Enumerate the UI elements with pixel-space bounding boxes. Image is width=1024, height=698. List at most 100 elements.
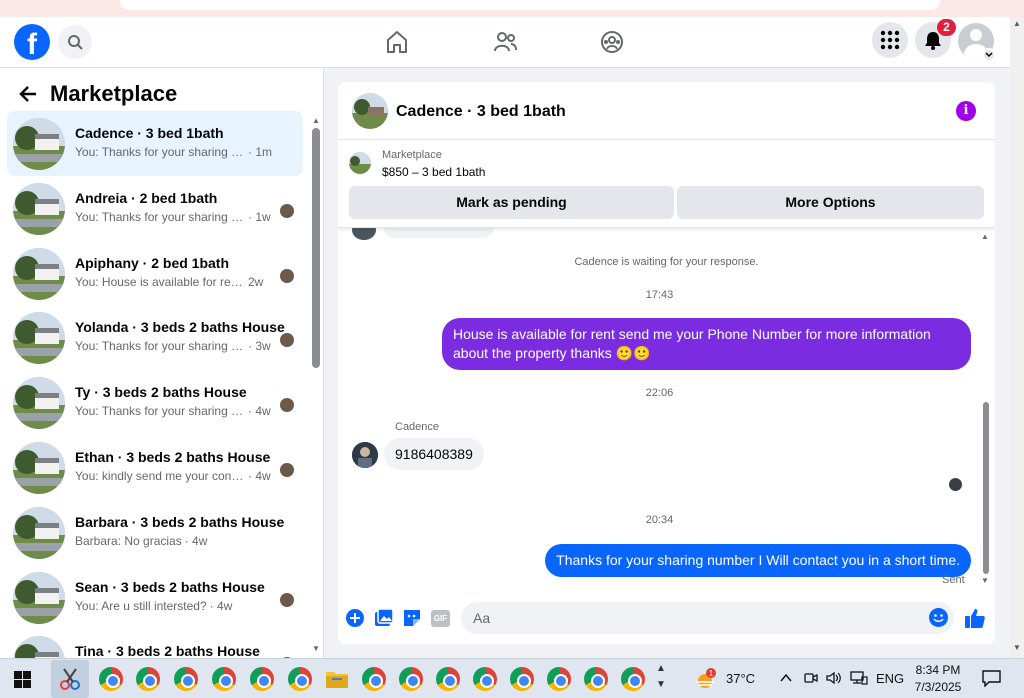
chat-header: Cadence · 3 bed 1bath i [338, 82, 995, 140]
chrome-icon[interactable] [473, 667, 497, 691]
conversation-preview: You: House is available for rent sen...2… [75, 275, 285, 289]
thumbs-up-icon[interactable] [963, 606, 987, 630]
conversation-item[interactable]: Cadence · 3 bed 1bath You: Thanks for you… [7, 111, 303, 176]
preview-text: You: Thanks for your sharing nu... [75, 404, 245, 419]
friends-icon[interactable] [492, 29, 518, 55]
preview-text: You: Are u still intersted? [75, 598, 207, 613]
contact-avatar [352, 228, 376, 240]
conversation-item[interactable]: Apiphany · 2 bed 1bath You: House is avai… [7, 241, 303, 306]
language-indicator[interactable]: ENG [876, 671, 904, 686]
conversation-preview: You: Thanks for your sharing nu... · 3w [75, 339, 285, 353]
scroll-down-icon[interactable]: ▼ [981, 576, 989, 585]
chrome-icon[interactable] [212, 667, 236, 691]
emoji-icon[interactable] [929, 608, 948, 627]
facebook-logo[interactable]: f [14, 24, 50, 60]
conversation-preview: Barbara: No gracias · 4w [75, 534, 285, 548]
home-icon[interactable] [384, 29, 410, 55]
system-clock[interactable]: 8:34 PM 7/3/2025 [904, 662, 972, 696]
previous-message-bubble [384, 228, 494, 238]
network-icon[interactable] [850, 671, 868, 685]
more-options-button[interactable]: More Options [677, 186, 984, 219]
conversation-title: Tina · 3 beds 2 baths House [75, 643, 260, 658]
chat-title[interactable]: Cadence · 3 bed 1bath [396, 103, 566, 121]
taskbar-overflow-chevrons[interactable]: ▲ ▼ [656, 661, 666, 693]
incoming-message[interactable]: 9186408389 [384, 438, 484, 470]
listing-thumbnail [13, 441, 65, 494]
contact-avatar[interactable] [352, 442, 378, 468]
snipping-tool-icon[interactable] [57, 666, 83, 692]
conversation-item[interactable]: Sean · 3 beds 2 baths House You: Are u st… [7, 565, 303, 630]
read-receipt-avatar [280, 268, 294, 283]
plus-circle-icon[interactable] [345, 608, 367, 630]
chrome-icon[interactable] [399, 667, 423, 691]
message-area: Cadence is waiting for your response. 17… [338, 228, 995, 592]
conversation-title: Ethan · 3 beds 2 baths House [75, 448, 271, 465]
groups-icon[interactable] [599, 29, 625, 55]
chrome-icon[interactable] [136, 667, 160, 691]
listing-thumbnail [13, 377, 65, 430]
sticker-icon[interactable] [402, 608, 424, 630]
search-button[interactable] [58, 25, 92, 59]
scroll-up-icon[interactable]: ▲ [1013, 19, 1021, 28]
listing-thumbnail [13, 636, 65, 658]
chrome-icon[interactable] [547, 667, 571, 691]
chevron-down-icon[interactable] [982, 48, 996, 62]
chrome-icon[interactable] [250, 667, 274, 691]
read-receipt-avatar [280, 203, 294, 218]
preview-text: You: kindly send me your conta... [75, 468, 245, 483]
windows-start-icon[interactable] [14, 671, 31, 688]
chrome-icon[interactable] [584, 667, 608, 691]
conversation-item[interactable]: Ty · 3 beds 2 baths House You: Thanks for… [7, 370, 303, 435]
conversation-item[interactable]: Barbara · 3 beds 2 baths House Barbara: N… [7, 500, 303, 565]
photo-icon[interactable] [374, 608, 396, 630]
windows-taskbar: ▲ ▼ 1 37°C ENG 8:34 PM 7/3/2025 [0, 658, 1024, 698]
preview-time: 2w [248, 274, 264, 289]
conversation-item[interactable]: Ethan · 3 beds 2 baths House You: kindly … [7, 435, 303, 500]
message-input[interactable] [461, 602, 954, 634]
chrome-icon[interactable] [621, 667, 645, 691]
scroll-down-icon[interactable]: ▼ [1013, 643, 1021, 652]
chrome-icon[interactable] [362, 667, 386, 691]
sidebar-title: Marketplace [50, 81, 178, 106]
back-arrow-icon[interactable] [18, 84, 38, 104]
conversation-item[interactable]: Andreia · 2 bed 1bath You: Thanks for you… [7, 176, 303, 241]
file-explorer-icon[interactable] [324, 666, 350, 692]
listing-price[interactable]: $850 – 3 bed 1bath [382, 165, 485, 179]
meet-now-icon[interactable] [804, 671, 818, 685]
chrome-icon[interactable] [436, 667, 460, 691]
chrome-icon[interactable] [99, 667, 123, 691]
conversation-preview: You: kindly send me your conta... · 4w [75, 469, 285, 483]
page-scrollbar[interactable]: ▲ ▼ [1010, 17, 1024, 658]
grid-menu-icon [880, 30, 900, 50]
volume-icon[interactable] [826, 671, 842, 685]
listing-thumbnail[interactable] [352, 93, 388, 129]
chat-scrollbar[interactable] [983, 402, 989, 574]
preview-text: You: Thanks for your sharing num... [75, 145, 245, 159]
conversation-item[interactable]: Tina · 3 beds 2 baths House [7, 629, 303, 658]
chrome-icon[interactable] [510, 667, 534, 691]
conversation-title: Cadence · 3 bed 1bath [75, 125, 224, 141]
chrome-icon[interactable] [174, 667, 198, 691]
gif-icon[interactable]: GIF [431, 610, 450, 627]
sidebar-scrollbar[interactable] [312, 128, 320, 368]
conversation-preview: You: Thanks for your sharing nu... · 4w [75, 404, 285, 418]
chevron-up-icon[interactable] [779, 671, 793, 685]
sender-name: Cadence [395, 421, 440, 433]
search-icon [68, 35, 83, 50]
conversation-item[interactable]: Yolanda · 3 beds 2 baths House You: Thank… [7, 305, 303, 370]
chrome-icon[interactable] [288, 667, 312, 691]
scroll-down-icon[interactable]: ▼ [312, 644, 320, 653]
scroll-up-icon[interactable]: ▲ [312, 116, 320, 125]
address-bar[interactable] [120, 0, 940, 10]
weather-icon[interactable]: 1 [694, 668, 718, 690]
scroll-up-icon[interactable]: ▲ [981, 232, 989, 241]
conversation-preview: You: Thanks for your sharing nu... · 1w [75, 210, 285, 224]
outgoing-message[interactable]: House is available for rent send me your… [442, 318, 971, 370]
listing-small-thumbnail[interactable] [349, 152, 371, 174]
info-icon[interactable]: i [956, 101, 976, 121]
outgoing-message[interactable]: Thanks for your sharing number I Will co… [545, 544, 971, 577]
mark-as-pending-button[interactable]: Mark as pending [349, 186, 674, 219]
menu-button[interactable] [872, 22, 908, 58]
temperature[interactable]: 37°C [726, 671, 755, 686]
action-center-icon[interactable] [982, 670, 1001, 687]
